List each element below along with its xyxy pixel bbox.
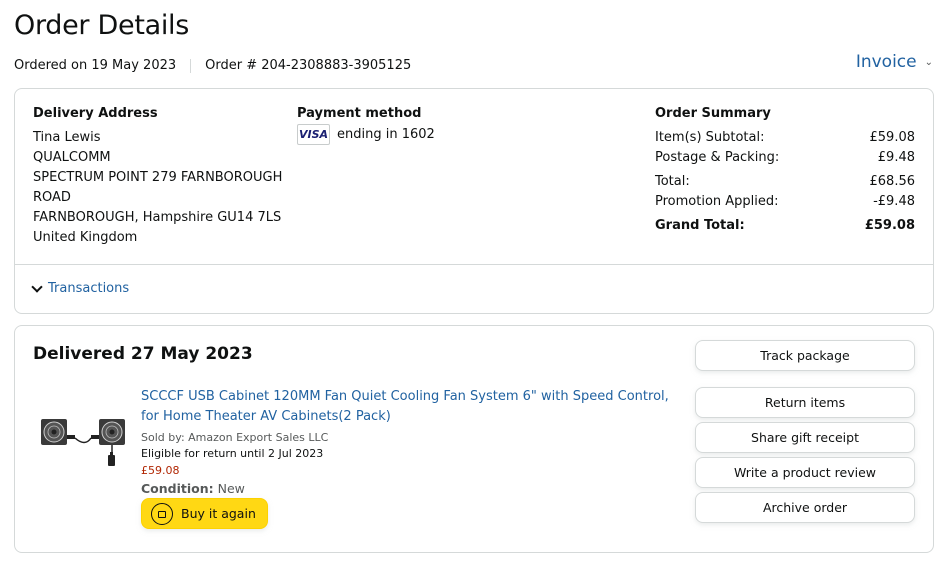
- buy-it-again-label: Buy it again: [181, 506, 256, 521]
- address-line: FARNBOROUGH, Hampshire GU14 7LS: [33, 210, 282, 225]
- card-ending: ending in 1602: [337, 126, 435, 142]
- summary-label: Total:: [655, 174, 690, 189]
- chevron-down-icon: ⌄: [924, 56, 933, 68]
- product-price: £59.08: [141, 464, 180, 477]
- track-package-button[interactable]: Track package: [695, 340, 915, 371]
- payment-method: Payment method VISA ending in 1602: [297, 104, 435, 145]
- summary-value: -£9.48: [873, 194, 915, 209]
- payment-card: VISA ending in 1602: [297, 124, 435, 145]
- section-divider: [15, 264, 933, 265]
- summary-value: £9.48: [877, 150, 915, 165]
- buy-it-again-button[interactable]: Buy it again: [141, 498, 268, 529]
- invoice-label: Invoice: [855, 52, 917, 72]
- address-line: ROAD: [33, 190, 71, 205]
- summary-label: Item(s) Subtotal:: [655, 130, 765, 145]
- meta-divider: [190, 58, 192, 73]
- summary-row-promotion: Promotion Applied: -£9.48: [655, 192, 915, 212]
- summary-value: £68.56: [869, 174, 916, 189]
- order-info-box: Delivery Address Tina Lewis QUALCOMM SPE…: [14, 88, 934, 314]
- shipment-box: Delivered 27 May 2023 SCCCF USB Cabinet …: [14, 325, 934, 553]
- sold-by: Sold by: Amazon Export Sales LLC: [141, 431, 329, 444]
- order-number: Order # 204-2308883-3905125: [205, 58, 412, 73]
- chevron-down-icon: [31, 280, 43, 293]
- summary-row-subtotal: Item(s) Subtotal: £59.08: [655, 128, 915, 148]
- return-eligibility: Eligible for return until 2 Jul 2023: [141, 447, 324, 460]
- fan-product-image[interactable]: [39, 411, 129, 471]
- return-items-button[interactable]: Return items: [695, 387, 915, 418]
- delivery-status: Delivered 27 May 2023: [33, 344, 253, 364]
- summary-label: Promotion Applied:: [655, 194, 779, 209]
- order-summary: Order Summary Item(s) Subtotal: £59.08 P…: [655, 104, 915, 236]
- condition-value: New: [217, 481, 245, 496]
- summary-row-total: Total: £68.56: [655, 172, 915, 192]
- address-line: Tina Lewis: [33, 130, 101, 145]
- delivery-address: Delivery Address Tina Lewis QUALCOMM SPE…: [33, 104, 295, 248]
- summary-label: Grand Total:: [655, 218, 745, 233]
- order-summary-heading: Order Summary: [655, 106, 771, 121]
- payment-method-heading: Payment method: [297, 106, 422, 121]
- archive-order-button[interactable]: Archive order: [695, 492, 915, 523]
- summary-value: £59.08: [869, 130, 916, 145]
- product-condition: Condition: New: [141, 481, 671, 496]
- write-review-button[interactable]: Write a product review: [695, 457, 915, 488]
- address-line: SPECTRUM POINT 279 FARNBOROUGH: [33, 170, 283, 185]
- ordered-on-date: Ordered on 19 May 2023: [14, 58, 177, 73]
- transactions-toggle[interactable]: Transactions: [31, 280, 130, 296]
- summary-label: Postage & Packing:: [655, 150, 780, 165]
- order-meta: Ordered on 19 May 2023 Order # 204-23088…: [14, 58, 411, 73]
- summary-row-postage: Postage & Packing: £9.48: [655, 148, 915, 168]
- product-info: SCCCF USB Cabinet 120MM Fan Quiet Coolin…: [141, 387, 671, 529]
- transactions-label: Transactions: [48, 281, 130, 296]
- address-line: QUALCOMM: [33, 150, 111, 165]
- summary-value: £59.08: [864, 218, 915, 233]
- condition-label: Condition:: [141, 481, 214, 496]
- address-line: United Kingdom: [33, 230, 138, 245]
- page-title: Order Details: [14, 10, 190, 41]
- buy-again-icon: [151, 502, 173, 525]
- share-gift-receipt-button[interactable]: Share gift receipt: [695, 422, 915, 453]
- product-title-link[interactable]: SCCCF USB Cabinet 120MM Fan Quiet Coolin…: [141, 387, 671, 427]
- visa-card-icon: VISA: [297, 124, 330, 145]
- invoice-dropdown[interactable]: Invoice ⌄: [856, 52, 933, 72]
- shipment-actions: Track package Return items Share gift re…: [695, 340, 915, 523]
- delivery-address-heading: Delivery Address: [33, 106, 158, 121]
- summary-row-grand-total: Grand Total: £59.08: [655, 216, 915, 236]
